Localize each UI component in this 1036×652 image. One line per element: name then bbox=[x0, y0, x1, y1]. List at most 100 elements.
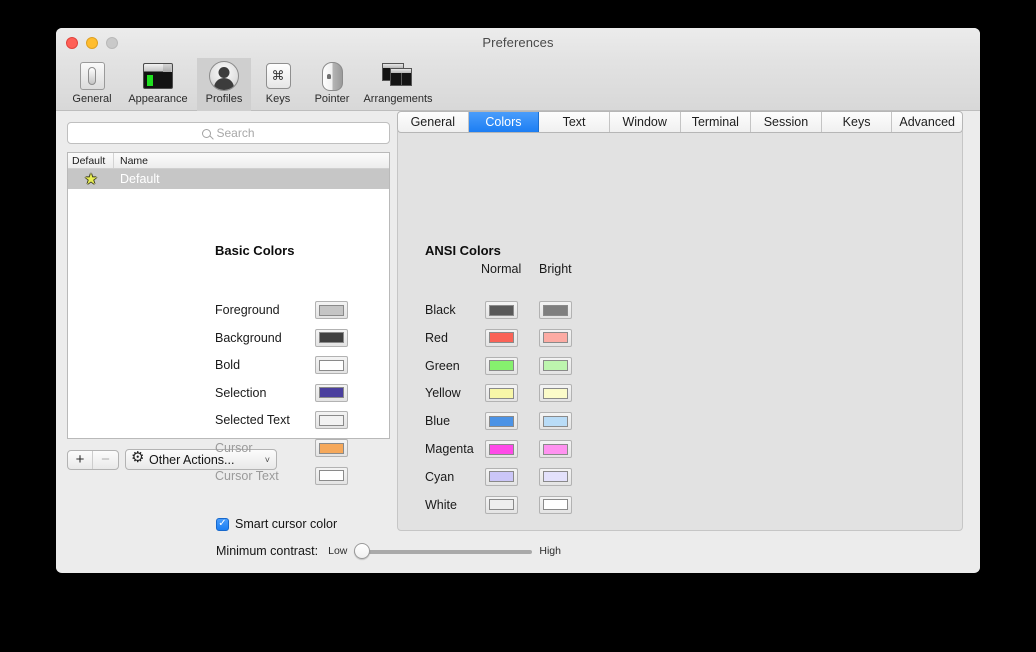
color-swatch-bright[interactable] bbox=[539, 495, 572, 514]
search-icon bbox=[202, 128, 212, 138]
preferences-window: Preferences General Appearance Profiles … bbox=[56, 28, 980, 573]
color-swatch-bright[interactable] bbox=[539, 467, 572, 486]
slider-knob[interactable] bbox=[354, 543, 371, 559]
search-input[interactable]: Search bbox=[67, 122, 390, 144]
toolbar-item-pointer[interactable]: Pointer bbox=[305, 58, 359, 111]
ansi-colors-title: ANSI Colors bbox=[425, 243, 501, 258]
gear-icon bbox=[131, 450, 144, 466]
toolbar-label-pointer: Pointer bbox=[314, 93, 350, 105]
color-swatch-normal[interactable] bbox=[485, 440, 518, 458]
basic-color-row: Selection bbox=[215, 383, 385, 402]
ansi-color-label: Blue bbox=[425, 414, 451, 429]
color-swatch-fill bbox=[489, 471, 514, 483]
toolbar-item-appearance[interactable]: Appearance bbox=[119, 58, 197, 111]
ansi-color-label: Magenta bbox=[425, 442, 474, 456]
profiles-list-header: Default Name bbox=[68, 153, 389, 169]
ansi-color-row: Blue bbox=[425, 412, 572, 431]
color-swatch[interactable] bbox=[315, 411, 348, 430]
color-swatch-fill bbox=[489, 499, 514, 511]
color-swatch-normal[interactable] bbox=[485, 356, 518, 375]
ansi-color-row: Magenta bbox=[425, 440, 572, 458]
general-icon bbox=[76, 60, 108, 92]
table-row[interactable]: ★ Default bbox=[68, 169, 389, 189]
contrast-high-label: High bbox=[539, 545, 561, 557]
window-title: Preferences bbox=[482, 35, 554, 50]
color-swatch[interactable] bbox=[315, 383, 348, 402]
color-swatch-fill bbox=[319, 304, 344, 316]
add-profile-button[interactable]: + bbox=[68, 450, 93, 469]
window-body: Search Default Name ★ Default + − Other … bbox=[56, 111, 980, 572]
minimum-contrast-slider[interactable] bbox=[354, 543, 533, 559]
toolbar-label-general: General bbox=[72, 93, 112, 105]
tab-text[interactable]: Text bbox=[539, 112, 610, 132]
color-swatch-normal[interactable] bbox=[485, 301, 518, 319]
basic-color-label: Cursor bbox=[215, 441, 253, 455]
tab-terminal[interactable]: Terminal bbox=[681, 112, 752, 132]
color-swatch-bright[interactable] bbox=[539, 328, 572, 347]
basic-color-row: Cursor bbox=[215, 439, 385, 457]
tab-bar: General Colors Text Window Terminal Sess… bbox=[397, 111, 963, 133]
column-header-default[interactable]: Default bbox=[68, 153, 114, 168]
tab-keys[interactable]: Keys bbox=[822, 112, 893, 132]
color-swatch-fill bbox=[319, 359, 344, 371]
color-swatch-normal[interactable] bbox=[485, 467, 518, 486]
ansi-color-label: Yellow bbox=[425, 386, 461, 401]
tab-advanced[interactable]: Advanced bbox=[892, 112, 962, 132]
basic-color-row: Selected Text bbox=[215, 411, 385, 430]
basic-color-label: Foreground bbox=[215, 303, 280, 317]
color-swatch[interactable] bbox=[315, 466, 348, 485]
color-swatch-normal[interactable] bbox=[485, 384, 518, 403]
color-swatch[interactable] bbox=[315, 301, 348, 319]
toolbar-label-keys: Keys bbox=[265, 93, 291, 105]
remove-profile-button[interactable]: − bbox=[93, 451, 118, 469]
color-swatch-fill bbox=[543, 415, 568, 427]
toolbar-item-arrangements[interactable]: Arrangements bbox=[359, 58, 437, 111]
color-swatch-fill bbox=[543, 499, 568, 511]
ansi-color-row: White bbox=[425, 495, 572, 514]
color-swatch-fill bbox=[543, 332, 568, 344]
pointer-icon bbox=[316, 60, 348, 92]
color-swatch-fill bbox=[489, 415, 514, 427]
color-swatch[interactable] bbox=[315, 328, 348, 347]
color-swatch-bright[interactable] bbox=[539, 440, 572, 458]
ansi-color-row: Cyan bbox=[425, 467, 572, 486]
tab-window[interactable]: Window bbox=[610, 112, 681, 132]
basic-color-label: Bold bbox=[215, 358, 241, 373]
toolbar-item-profiles[interactable]: Profiles bbox=[197, 58, 251, 111]
color-swatch-fill bbox=[319, 387, 344, 399]
basic-color-row: Cursor Text bbox=[215, 466, 385, 485]
tab-general[interactable]: General bbox=[398, 112, 469, 132]
toolbar-item-general[interactable]: General bbox=[65, 58, 119, 111]
color-swatch-bright[interactable] bbox=[539, 301, 572, 319]
arrangements-icon bbox=[382, 60, 414, 92]
color-swatch-fill bbox=[543, 471, 568, 483]
basic-color-label: Selection bbox=[215, 385, 267, 400]
color-swatch-normal[interactable] bbox=[485, 495, 518, 514]
color-swatch-fill bbox=[543, 387, 568, 399]
color-swatch-fill bbox=[319, 414, 344, 426]
minimum-contrast-row: Minimum contrast: Low High bbox=[216, 543, 561, 559]
basic-color-label: Selected Text bbox=[215, 413, 290, 428]
column-header-name[interactable]: Name bbox=[114, 155, 148, 167]
color-swatch[interactable] bbox=[315, 439, 348, 457]
smart-cursor-color-row[interactable]: ✓ Smart cursor color bbox=[216, 517, 337, 531]
toolbar-item-keys[interactable]: ⌘ Keys bbox=[251, 58, 305, 111]
color-swatch-bright[interactable] bbox=[539, 384, 572, 403]
color-swatch-normal[interactable] bbox=[485, 328, 518, 347]
color-swatch-bright[interactable] bbox=[539, 356, 572, 375]
profiles-icon bbox=[208, 60, 240, 92]
smart-cursor-color-checkbox[interactable]: ✓ bbox=[216, 517, 229, 531]
toolbar-label-profiles: Profiles bbox=[205, 93, 243, 105]
ansi-color-label: Green bbox=[425, 358, 460, 373]
ansi-color-row: Red bbox=[425, 328, 572, 347]
color-swatch-fill bbox=[543, 304, 568, 316]
tab-session[interactable]: Session bbox=[751, 112, 822, 132]
color-swatch-fill bbox=[489, 332, 514, 344]
color-swatch-bright[interactable] bbox=[539, 412, 572, 431]
color-swatch-normal[interactable] bbox=[485, 412, 518, 431]
color-swatch[interactable] bbox=[315, 356, 348, 375]
color-swatch-fill bbox=[319, 332, 344, 344]
color-swatch-fill bbox=[543, 360, 568, 372]
tab-colors[interactable]: Colors bbox=[468, 112, 540, 132]
profile-name: Default bbox=[120, 172, 160, 186]
